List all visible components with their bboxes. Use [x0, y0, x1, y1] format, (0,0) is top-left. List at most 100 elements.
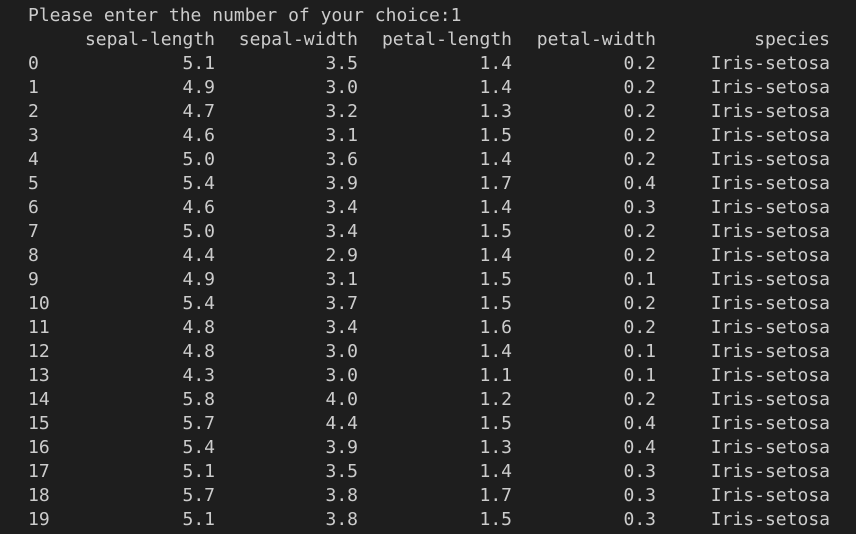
- cell-sepal-width: 3.4: [325, 317, 358, 338]
- row-index: 15: [28, 413, 50, 434]
- input-prompt: Please enter the number of your choice:1: [28, 5, 462, 26]
- cell-petal-length: 1.4: [479, 149, 512, 170]
- table-row: 15 5.7 4.4 1.5 0.4 Iris-setosa: [0, 412, 856, 436]
- row-index: 9: [28, 269, 39, 290]
- cell-petal-width: 0.3: [623, 485, 656, 506]
- row-index: 1: [28, 77, 39, 98]
- cell-sepal-width: 3.1: [325, 269, 358, 290]
- cell-species: Iris-setosa: [710, 221, 830, 242]
- cell-sepal-width: 3.5: [325, 461, 358, 482]
- cell-sepal-length: 5.7: [182, 485, 215, 506]
- cell-petal-width: 0.2: [623, 389, 656, 410]
- header-petal-length: petal-length: [381, 29, 512, 50]
- cell-species: Iris-setosa: [710, 77, 830, 98]
- cell-sepal-width: 3.9: [325, 173, 358, 194]
- cell-sepal-length: 4.9: [182, 269, 215, 290]
- cell-petal-length: 1.5: [479, 509, 512, 530]
- row-index: 11: [28, 317, 50, 338]
- cell-petal-width: 0.2: [623, 53, 656, 74]
- header-species: species: [754, 29, 830, 50]
- row-index: 6: [28, 197, 39, 218]
- cell-petal-width: 0.1: [623, 341, 656, 362]
- cell-petal-length: 1.4: [479, 461, 512, 482]
- cell-petal-length: 1.6: [479, 317, 512, 338]
- cell-petal-length: 1.4: [479, 53, 512, 74]
- cell-petal-length: 1.4: [479, 197, 512, 218]
- row-index: 16: [28, 437, 50, 458]
- table-header-row: sepal-length sepal-width petal-length pe…: [0, 28, 856, 52]
- cell-petal-width: 0.2: [623, 245, 656, 266]
- header-sepal-length: sepal-length: [84, 29, 215, 50]
- cell-petal-width: 0.3: [623, 509, 656, 530]
- row-index: 12: [28, 341, 50, 362]
- row-index: 5: [28, 173, 39, 194]
- cell-sepal-width: 3.8: [325, 485, 358, 506]
- cell-species: Iris-setosa: [710, 317, 830, 338]
- cell-petal-width: 0.4: [623, 413, 656, 434]
- table-row: 13 4.3 3.0 1.1 0.1 Iris-setosa: [0, 364, 856, 388]
- cell-petal-length: 1.5: [479, 269, 512, 290]
- table-row: 19 5.1 3.8 1.5 0.3 Iris-setosa: [0, 508, 856, 532]
- cell-sepal-length: 4.6: [182, 125, 215, 146]
- cell-sepal-width: 3.4: [325, 221, 358, 242]
- cell-sepal-length: 5.1: [182, 53, 215, 74]
- table-row: 2 4.7 3.2 1.3 0.2 Iris-setosa: [0, 100, 856, 124]
- cell-petal-length: 1.4: [479, 245, 512, 266]
- cell-sepal-width: 4.0: [325, 389, 358, 410]
- cell-sepal-length: 4.3: [182, 365, 215, 386]
- cell-sepal-width: 3.7: [325, 293, 358, 314]
- cell-petal-length: 1.2: [479, 389, 512, 410]
- cell-sepal-length: 4.8: [182, 317, 215, 338]
- table-row: 17 5.1 3.5 1.4 0.3 Iris-setosa: [0, 460, 856, 484]
- cell-sepal-length: 5.4: [182, 173, 215, 194]
- cell-species: Iris-setosa: [710, 365, 830, 386]
- table-row: 8 4.4 2.9 1.4 0.2 Iris-setosa: [0, 244, 856, 268]
- table-row: 16 5.4 3.9 1.3 0.4 Iris-setosa: [0, 436, 856, 460]
- row-index: 18: [28, 485, 50, 506]
- row-index: 14: [28, 389, 50, 410]
- cell-petal-width: 0.1: [623, 269, 656, 290]
- row-index: 3: [28, 125, 39, 146]
- row-index: 7: [28, 221, 39, 242]
- cell-sepal-width: 3.5: [325, 53, 358, 74]
- cell-petal-width: 0.2: [623, 101, 656, 122]
- cell-sepal-length: 4.4: [182, 245, 215, 266]
- cell-species: Iris-setosa: [710, 293, 830, 314]
- cell-petal-width: 0.2: [623, 149, 656, 170]
- cell-species: Iris-setosa: [710, 437, 830, 458]
- cell-petal-length: 1.3: [479, 101, 512, 122]
- terminal-output[interactable]: Please enter the number of your choice:1…: [0, 0, 856, 534]
- table-row: 0 5.1 3.5 1.4 0.2 Iris-setosa: [0, 52, 856, 76]
- cell-petal-width: 0.3: [623, 461, 656, 482]
- cell-species: Iris-setosa: [710, 485, 830, 506]
- cell-species: Iris-setosa: [710, 509, 830, 530]
- cell-species: Iris-setosa: [710, 101, 830, 122]
- cell-species: Iris-setosa: [710, 53, 830, 74]
- cell-petal-length: 1.5: [479, 293, 512, 314]
- cell-sepal-length: 4.8: [182, 341, 215, 362]
- cell-sepal-width: 4.4: [325, 413, 358, 434]
- table-row: 14 5.8 4.0 1.2 0.2 Iris-setosa: [0, 388, 856, 412]
- cell-sepal-length: 4.7: [182, 101, 215, 122]
- row-index: 2: [28, 101, 39, 122]
- cell-species: Iris-setosa: [710, 125, 830, 146]
- cell-sepal-width: 3.0: [325, 341, 358, 362]
- row-index: 10: [28, 293, 50, 314]
- cell-sepal-length: 5.4: [182, 437, 215, 458]
- cell-petal-length: 1.5: [479, 221, 512, 242]
- cell-sepal-width: 3.9: [325, 437, 358, 458]
- table-row: 3 4.6 3.1 1.5 0.2 Iris-setosa: [0, 124, 856, 148]
- table-row: 10 5.4 3.7 1.5 0.2 Iris-setosa: [0, 292, 856, 316]
- cell-petal-width: 0.2: [623, 125, 656, 146]
- cell-petal-length: 1.1: [479, 365, 512, 386]
- cell-species: Iris-setosa: [710, 149, 830, 170]
- cell-sepal-length: 5.0: [182, 149, 215, 170]
- cell-petal-length: 1.5: [479, 125, 512, 146]
- table-row: 1 4.9 3.0 1.4 0.2 Iris-setosa: [0, 76, 856, 100]
- cell-sepal-length: 5.1: [182, 461, 215, 482]
- table-row: 9 4.9 3.1 1.5 0.1 Iris-setosa: [0, 268, 856, 292]
- row-index: 0: [28, 53, 39, 74]
- cell-petal-length: 1.7: [479, 173, 512, 194]
- cell-sepal-length: 5.0: [182, 221, 215, 242]
- cell-petal-width: 0.2: [623, 221, 656, 242]
